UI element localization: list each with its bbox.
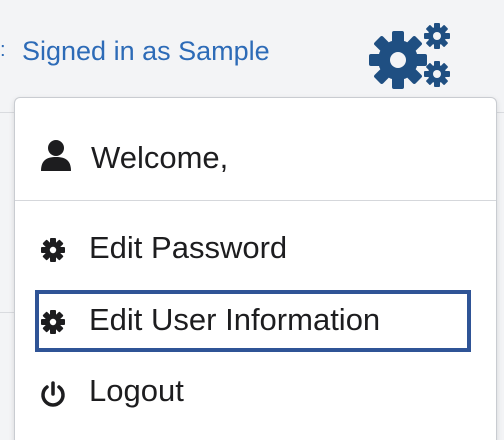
gear-icon (41, 238, 65, 262)
background-divider (0, 312, 14, 313)
truncated-text: : (0, 39, 6, 61)
user-icon (41, 140, 71, 171)
menu-item-edit-user-information[interactable]: Edit User Information (15, 292, 496, 352)
menu-item-logout[interactable]: Logout (15, 363, 496, 423)
gears-icon (369, 23, 450, 89)
menu-item-label: Logout (89, 373, 184, 408)
welcome-text: Welcome, (91, 140, 229, 175)
signed-in-link[interactable]: Signed in as Sample (22, 36, 270, 67)
power-icon (41, 381, 65, 407)
welcome-header: Welcome, (15, 98, 496, 200)
gear-icon (41, 310, 65, 334)
user-dropdown-menu: Welcome, Edit Password Edit User Informa… (14, 97, 497, 440)
menu-item-edit-password[interactable]: Edit Password (15, 220, 496, 280)
background-divider (0, 112, 14, 113)
settings-gears-button[interactable] (360, 20, 456, 94)
menu-divider (15, 200, 496, 201)
menu-item-label: Edit Password (89, 230, 288, 265)
menu-item-label: Edit User Information (89, 302, 381, 337)
page: : Signed in as Sample Welcome, Edit Pass… (0, 0, 504, 440)
top-bar: : Signed in as Sample (0, 0, 504, 100)
